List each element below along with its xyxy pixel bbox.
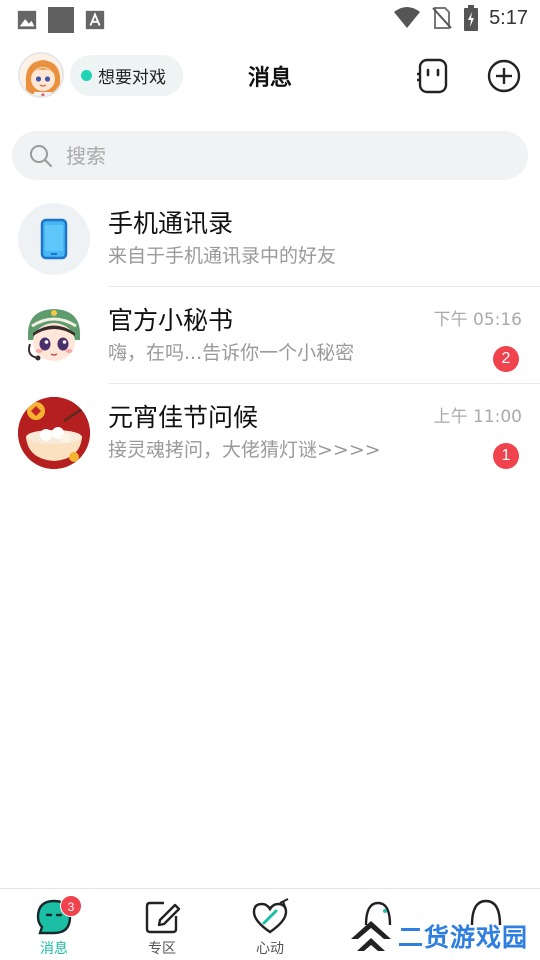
- list-item-contacts[interactable]: 手机通讯录 来自于手机通讯录中的好友: [0, 190, 540, 287]
- conversation-preview: 接灵魂拷问，大佬猜灯谜>>>>: [108, 439, 381, 461]
- phone-icon: [40, 218, 68, 260]
- page-title: 消息: [247, 66, 292, 91]
- add-button[interactable]: [484, 56, 524, 96]
- search-input[interactable]: [66, 143, 466, 168]
- status-bar-right: 5:17: [393, 5, 528, 31]
- search-icon: [30, 144, 52, 167]
- lantern-festival-avatar: [18, 397, 90, 469]
- bot-button[interactable]: [413, 56, 453, 96]
- nav-unread-badge: 3: [60, 895, 82, 917]
- search-bar[interactable]: [12, 131, 528, 180]
- tab-label: 心动: [256, 941, 284, 957]
- conversation-name: 元宵佳节问候: [108, 403, 259, 432]
- image-icon: [17, 10, 37, 30]
- unread-badge: 2: [493, 346, 519, 372]
- conversation-preview: 来自于手机通讯录中的好友: [108, 245, 337, 267]
- secretary-avatar: [18, 300, 90, 372]
- status-bar-left: [16, 7, 106, 33]
- phone-contacts-avatar: [18, 203, 90, 275]
- plus-circle-icon: [487, 59, 521, 93]
- wifi-icon: [394, 7, 421, 28]
- robot-face-icon: [417, 58, 448, 94]
- tab-messages[interactable]: 消息 3: [14, 895, 94, 958]
- tab-heartbeat[interactable]: 心动: [230, 897, 310, 958]
- tab-label: 消息: [40, 941, 68, 957]
- conversation-name: 手机通讯录: [108, 209, 234, 238]
- watermark: 二货游戏园: [348, 915, 528, 957]
- unread-badge: 1: [493, 443, 519, 469]
- status-time: 5:17: [489, 6, 528, 29]
- top-header: 想要对戏 消息: [0, 48, 540, 104]
- tab-label: 专区: [148, 941, 176, 957]
- status-bar: 5:17: [0, 0, 540, 36]
- list-item-lantern-festival[interactable]: 元宵佳节问候 接灵魂拷问，大佬猜灯谜>>>> 上午 11:00 1: [0, 384, 540, 481]
- battery-charging-icon: [464, 5, 479, 31]
- conversation-time: 上午 11:00: [433, 407, 522, 427]
- list-item-official-secretary[interactable]: 官方小秘书 嗨，在吗...告诉你一个小秘密 下午 05:16 2: [0, 287, 540, 384]
- conversation-time: 下午 05:16: [433, 310, 522, 330]
- conversation-list: 手机通讯录 来自于手机通讯录中的好友 官方小秘书 嗨，在吗...告诉你一个小秘密…: [0, 190, 540, 481]
- heart-arrow-icon: [252, 898, 289, 934]
- tab-zone[interactable]: 专区: [122, 897, 202, 958]
- a-font-icon: [85, 10, 105, 30]
- watermark-logo-icon: [351, 921, 391, 951]
- secretary-girl-illustration: [28, 309, 80, 361]
- tangyuan-bowl-illustration: [18, 397, 90, 469]
- no-sim-icon: [432, 7, 452, 29]
- edit-square-icon: [145, 901, 181, 934]
- conversation-preview: 嗨，在吗...告诉你一个小秘密: [108, 342, 355, 364]
- square-icon: [48, 7, 74, 33]
- conversation-name: 官方小秘书: [108, 306, 234, 335]
- watermark-text: 二货游戏园: [398, 923, 529, 952]
